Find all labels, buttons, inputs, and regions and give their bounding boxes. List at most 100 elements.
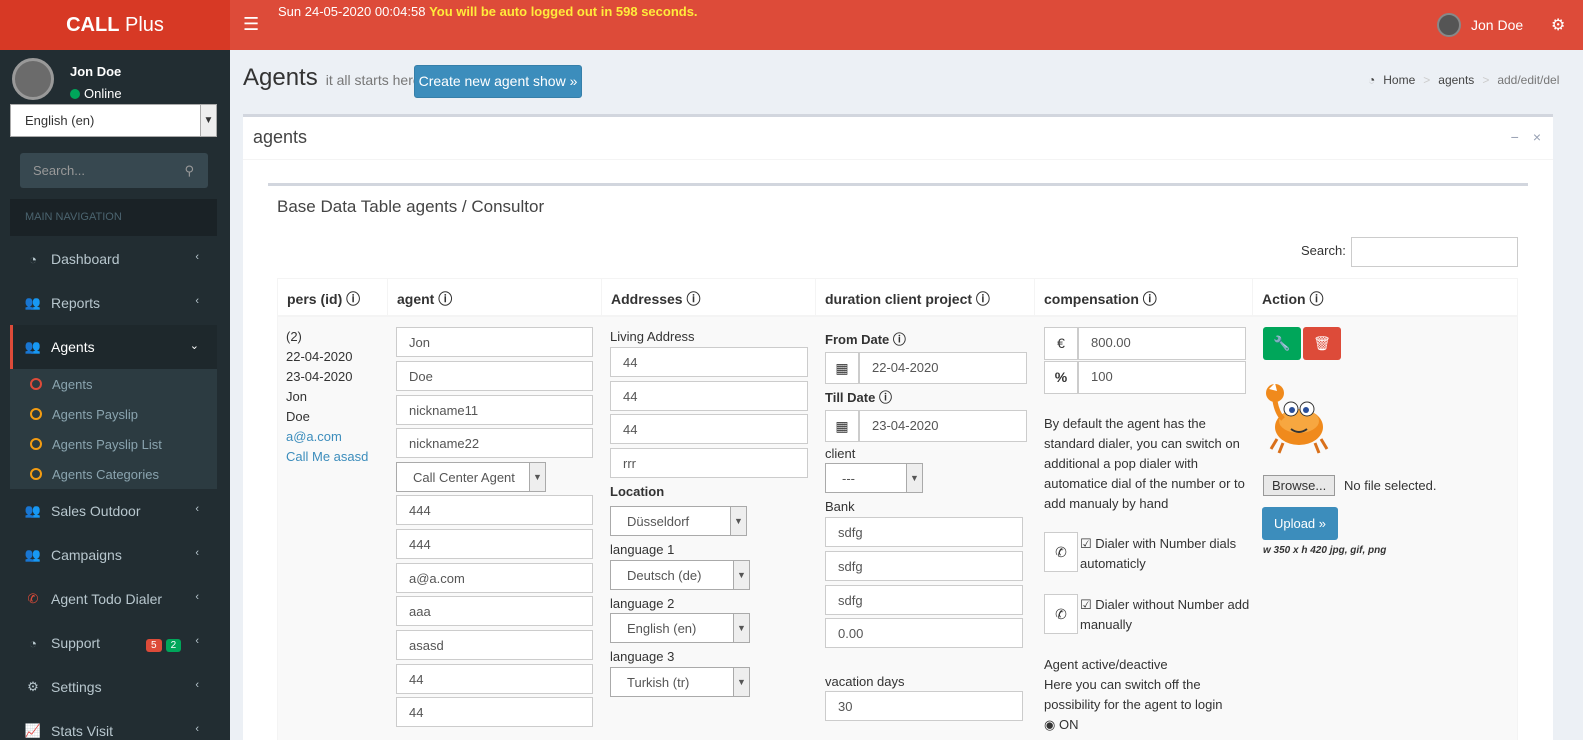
- sidebar-item-agents[interactable]: 👥 Agents ⌄: [10, 325, 217, 369]
- session-info: Sun 24-05-2020 00:04:58 You will be auto…: [278, 4, 698, 19]
- support-badge-red: 5: [146, 639, 162, 652]
- search-icon[interactable]: ⚲: [184, 163, 194, 179]
- checkbox-checked-icon[interactable]: ☑: [1080, 536, 1092, 551]
- edit-button[interactable]: 🔧: [1263, 327, 1301, 360]
- agent-field[interactable]: 44: [396, 697, 593, 727]
- submenu-item-agents-payslip[interactable]: Agents Payslip: [10, 399, 217, 429]
- vacation-days-field[interactable]: 30: [825, 691, 1023, 721]
- sidebar-item-dashboard[interactable]: ◔ Dashboard ‹: [10, 237, 217, 281]
- logout-warning: You will be auto logged out in 598 secon…: [429, 4, 698, 19]
- browse-button[interactable]: Browse...: [1263, 475, 1336, 496]
- first-name-field[interactable]: Jon: [396, 327, 593, 357]
- column-header[interactable]: Addresses ⓘ: [602, 279, 816, 315]
- chevron-left-icon: ‹: [195, 503, 199, 515]
- agent-field[interactable]: 444: [396, 495, 593, 525]
- delete-button[interactable]: 🗑: [1303, 327, 1341, 360]
- address-field[interactable]: rrr: [610, 448, 808, 478]
- chevron-down-icon: ▼: [200, 105, 216, 136]
- from-date-label: From Date ⓘ: [825, 332, 906, 347]
- header-user-name: Jon Doe: [1471, 17, 1524, 33]
- percent-field[interactable]: 100: [1078, 361, 1246, 394]
- location-label: Location: [610, 484, 665, 499]
- sidebar-item-agent-todo-dialer[interactable]: ✆ Agent Todo Dialer ‹: [10, 577, 217, 621]
- language2-select[interactable]: English (en) ▼: [610, 613, 750, 643]
- call-me-link[interactable]: Call Me asasd: [286, 447, 368, 467]
- chevron-down-icon: ▼: [730, 507, 746, 535]
- support-badge-green: 2: [165, 639, 182, 652]
- sidebar-item-settings[interactable]: ⚙ Settings ‹: [10, 665, 217, 709]
- address-field[interactable]: 44: [610, 381, 808, 411]
- till-date-field[interactable]: 23-04-2020: [859, 410, 1027, 442]
- agent-field[interactable]: 444: [396, 529, 593, 559]
- users-icon: 👥: [24, 503, 42, 518]
- language-select[interactable]: English (en) ▼: [10, 104, 217, 137]
- language3-select[interactable]: Turkish (tr) ▼: [610, 667, 750, 697]
- last-name-field[interactable]: Doe: [396, 361, 593, 391]
- dashboard-icon: ◔: [29, 635, 37, 651]
- submenu-item-agents-payslip-list[interactable]: Agents Payslip List: [10, 429, 217, 459]
- column-header[interactable]: pers (id) ⓘ: [278, 279, 388, 315]
- language1-select[interactable]: Deutsch (de) ▼: [610, 560, 750, 590]
- info-icon: ⓘ: [1309, 291, 1324, 307]
- menu-toggle-icon[interactable]: ☰: [243, 14, 259, 35]
- agent-field[interactable]: asasd: [396, 630, 593, 660]
- checkbox-checked-icon[interactable]: ☑: [1080, 597, 1092, 612]
- gears-icon[interactable]: ⚙: [1551, 15, 1565, 35]
- calendar-icon[interactable]: ▦: [825, 352, 859, 384]
- close-icon[interactable]: ×: [1533, 129, 1541, 145]
- agent-role-select[interactable]: Call Center Agent ▼: [396, 462, 546, 492]
- from-date-field[interactable]: 22-04-2020: [859, 352, 1027, 384]
- sidebar-user-name: Jon Doe: [70, 64, 122, 79]
- sidebar-item-sales-outdoor[interactable]: 👥 Sales Outdoor ‹: [10, 489, 217, 533]
- nickname1-field[interactable]: nickname11: [396, 395, 593, 425]
- breadcrumb-home[interactable]: Home: [1383, 73, 1415, 87]
- location-select[interactable]: Düsseldorf ▼: [610, 506, 747, 536]
- breadcrumb-separator: >: [1423, 73, 1431, 87]
- sidebar-search-input[interactable]: Search... ⚲: [20, 153, 208, 188]
- bank-field[interactable]: sdfg: [825, 551, 1023, 581]
- chevron-down-icon: ▼: [529, 463, 545, 491]
- column-header[interactable]: Action ⓘ: [1253, 279, 1517, 315]
- upload-button[interactable]: Upload »: [1262, 507, 1338, 540]
- app-logo[interactable]: CALL Plus: [0, 0, 230, 50]
- bank-field[interactable]: sdfg: [825, 517, 1023, 547]
- sidebar-item-stats-visit[interactable]: 📈 Stats Visit ‹: [10, 709, 217, 740]
- address-field[interactable]: 44: [610, 414, 808, 444]
- info-icon: ⓘ: [975, 291, 990, 307]
- table-header: pers (id) ⓘ agent ⓘ Addresses ⓘ duration…: [277, 278, 1518, 316]
- column-header[interactable]: agent ⓘ: [388, 279, 602, 315]
- circle-icon: [30, 378, 42, 390]
- active-info: Agent active/deactive Here you can switc…: [1044, 655, 1249, 735]
- client-select[interactable]: --- ▼: [825, 463, 923, 493]
- address-field[interactable]: 44: [610, 347, 808, 377]
- calendar-icon[interactable]: ▦: [825, 410, 859, 442]
- dialer-option-manual[interactable]: ☑ Dialer without Number add manually: [1080, 595, 1260, 635]
- amount-field[interactable]: 800.00: [1078, 327, 1246, 360]
- trash-icon: 🗑: [1313, 335, 1331, 351]
- nickname2-field[interactable]: nickname22: [396, 428, 593, 458]
- sidebar-item-support[interactable]: ◔ Support 5 2 ‹: [10, 621, 217, 665]
- agent-field[interactable]: 44: [396, 664, 593, 694]
- bank-amount-field[interactable]: 0.00: [825, 618, 1023, 648]
- bank-field[interactable]: sdfg: [825, 585, 1023, 615]
- email-link[interactable]: a@a.com: [286, 427, 368, 447]
- dialer-option-auto[interactable]: ☑ Dialer with Number dials automaticly: [1080, 534, 1260, 574]
- dashboard-icon: ◔: [1368, 73, 1376, 87]
- agent-field[interactable]: aaa: [396, 596, 593, 626]
- sidebar-item-reports[interactable]: 👥 Reports ‹: [10, 281, 217, 325]
- sidebar-item-campaigns[interactable]: 👥 Campaigns ‹: [10, 533, 217, 577]
- active-on-radio[interactable]: ◉ ON: [1044, 715, 1249, 735]
- chevron-left-icon: ‹: [195, 679, 199, 691]
- collapse-icon[interactable]: −: [1511, 129, 1519, 145]
- table-search-input[interactable]: [1351, 237, 1518, 267]
- info-icon: ⓘ: [346, 291, 361, 307]
- column-header[interactable]: duration client project ⓘ: [816, 279, 1035, 315]
- radio-checked-icon[interactable]: ◉: [1044, 717, 1055, 732]
- column-header[interactable]: compensation ⓘ: [1035, 279, 1253, 315]
- agent-email-field[interactable]: a@a.com: [396, 563, 593, 593]
- submenu-item-agents-categories[interactable]: Agents Categories: [10, 459, 217, 489]
- header-user-menu[interactable]: Jon Doe: [1437, 13, 1523, 37]
- create-agent-button[interactable]: Create new agent show »: [414, 65, 582, 98]
- breadcrumb-agents[interactable]: agents: [1438, 73, 1474, 87]
- submenu-item-agents[interactable]: Agents: [10, 369, 217, 399]
